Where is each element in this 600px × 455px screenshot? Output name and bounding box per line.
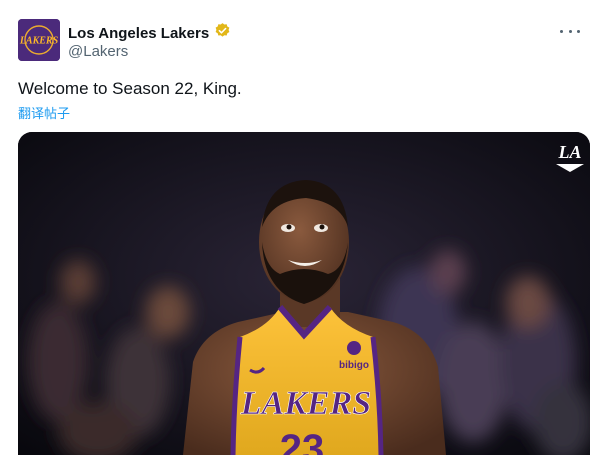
sponsor-logo-icon (347, 341, 361, 355)
more-options-icon[interactable] (560, 24, 580, 38)
author-row: Los Angeles Lakers (68, 22, 231, 44)
jersey-wordmark: LAKERS (240, 385, 371, 422)
jersey-sponsor: bibigo (339, 360, 369, 371)
account-handle[interactable]: @Lakers (68, 43, 128, 60)
watermark-text: LA (557, 142, 581, 162)
jersey-number: 23 (280, 427, 325, 455)
avatar[interactable]: LAKERS (18, 19, 60, 61)
account-name[interactable]: Los Angeles Lakers (68, 25, 209, 42)
tweet-media-image[interactable]: bibigo LAKERS 23 LA (18, 132, 590, 455)
tweet-text: Welcome to Season 22, King. (18, 79, 242, 98)
avatar-wordmark: LAKERS (19, 36, 59, 47)
verified-badge-icon (214, 22, 231, 44)
translate-post-link[interactable]: 翻译帖子 (18, 103, 70, 122)
tweet-card: LAKERS Los Angeles Lakers @Lakers Welcom… (0, 0, 600, 455)
